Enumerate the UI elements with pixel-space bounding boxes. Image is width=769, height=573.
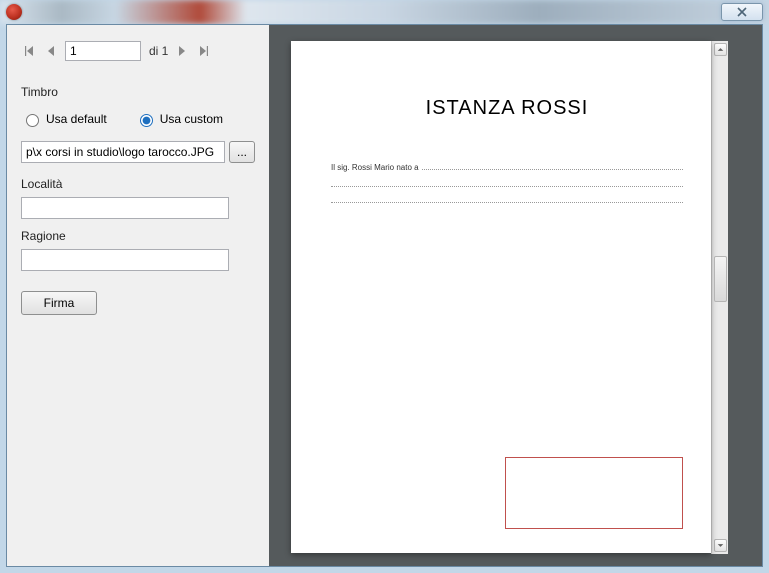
radio-usa-default[interactable]: Usa default — [21, 111, 107, 127]
radio-usa-custom[interactable]: Usa custom — [135, 111, 223, 127]
timbro-label: Timbro — [21, 85, 255, 99]
stamp-placeholder-box — [505, 457, 683, 529]
browse-button[interactable]: ... — [229, 141, 255, 163]
scroll-up-button[interactable] — [714, 43, 727, 56]
next-page-icon — [176, 45, 188, 57]
client-area: di 1 Timbro Usa default Usa custom ... L… — [6, 24, 763, 567]
document-line-3 — [331, 191, 683, 203]
localita-label: Località — [21, 177, 255, 191]
radio-usa-custom-input[interactable] — [140, 114, 153, 127]
document-title: ISTANZA ROSSI — [331, 97, 683, 120]
document-line-1: Il sig. Rossi Mario nato a — [331, 160, 683, 175]
ragione-label: Ragione — [21, 229, 255, 243]
localita-input[interactable] — [21, 197, 229, 219]
document-body: Il sig. Rossi Mario nato a — [331, 160, 683, 203]
scroll-thumb[interactable] — [714, 256, 727, 302]
window-close-button[interactable] — [721, 3, 763, 21]
ragione-input[interactable] — [21, 249, 229, 271]
nav-first-button[interactable] — [21, 43, 37, 59]
document-page: ISTANZA ROSSI Il sig. Rossi Mario nato a — [291, 41, 711, 553]
timbro-path-input[interactable] — [21, 141, 225, 163]
document-line-2 — [331, 175, 683, 187]
scroll-down-button[interactable] — [714, 539, 727, 552]
scroll-track[interactable] — [713, 56, 728, 539]
nav-prev-button[interactable] — [43, 43, 59, 59]
preview-vertical-scrollbar[interactable] — [711, 41, 728, 554]
window-titlebar — [0, 0, 769, 24]
close-icon — [737, 7, 747, 17]
timbro-path-row: ... — [21, 141, 255, 163]
radio-usa-default-input[interactable] — [26, 114, 39, 127]
firma-button[interactable]: Firma — [21, 291, 97, 315]
page-number-input[interactable] — [65, 41, 141, 61]
page-of-label: di 1 — [149, 44, 168, 58]
dotted-placeholder — [422, 160, 683, 170]
first-page-icon — [23, 45, 35, 57]
chevron-down-icon — [717, 542, 724, 549]
radio-usa-default-label: Usa default — [46, 112, 107, 126]
radio-usa-custom-label: Usa custom — [160, 112, 223, 126]
document-first-line-prefix: Il sig. Rossi Mario nato a — [331, 160, 419, 175]
controls-panel: di 1 Timbro Usa default Usa custom ... L… — [7, 25, 269, 566]
nav-next-button[interactable] — [174, 43, 190, 59]
prev-page-icon — [45, 45, 57, 57]
timbro-radio-group: Usa default Usa custom — [21, 111, 255, 127]
nav-last-button[interactable] — [196, 43, 212, 59]
document-preview-pane: ISTANZA ROSSI Il sig. Rossi Mario nato a — [269, 25, 762, 566]
app-icon — [6, 4, 22, 20]
page-navigation: di 1 — [21, 41, 255, 61]
last-page-icon — [198, 45, 210, 57]
chevron-up-icon — [717, 46, 724, 53]
